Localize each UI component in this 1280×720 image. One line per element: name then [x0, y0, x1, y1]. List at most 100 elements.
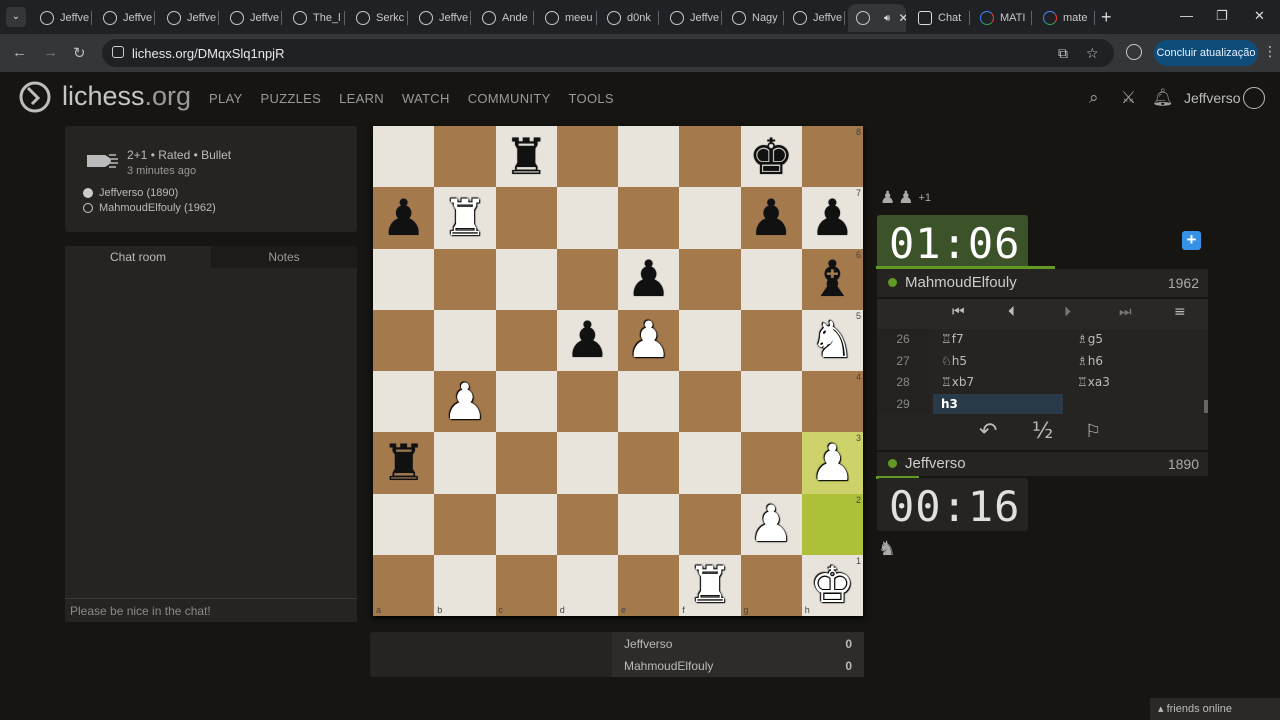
browser-tab[interactable]: mate	[1035, 4, 1095, 32]
black-player-name[interactable]: MahmoudElfouly (1962)	[99, 202, 216, 214]
square-e6[interactable]: ♟	[618, 248, 680, 310]
tab-title[interactable]: MATI	[1000, 12, 1025, 24]
square-c3[interactable]	[495, 432, 557, 494]
bookmark-star-icon[interactable]: ☆	[1086, 45, 1099, 62]
crosstable-row[interactable]: MahmoudElfouly 0	[624, 659, 852, 673]
white-pawn-icon[interactable]: ♟	[749, 499, 794, 549]
chat-input[interactable]: Please be nice in the chat!	[65, 598, 357, 622]
address-bar[interactable]: lichess.org/DMqxSlq1npjR ⧉ ☆	[102, 39, 1114, 67]
square-c8[interactable]: ♜	[495, 126, 557, 188]
tab-search-button[interactable]: ⌄	[6, 7, 26, 27]
browser-tab[interactable]: Ande	[474, 4, 534, 32]
square-a1[interactable]: a	[373, 554, 435, 616]
square-e4[interactable]	[618, 371, 680, 433]
square-c7[interactable]	[495, 187, 557, 249]
profile-icon[interactable]	[1126, 44, 1142, 60]
square-a6[interactable]	[373, 248, 435, 310]
crosstable-row[interactable]: Jeffverso 0	[624, 637, 852, 651]
square-f7[interactable]	[679, 187, 741, 249]
square-f5[interactable]	[679, 309, 741, 371]
tab-title[interactable]: Jeffve	[250, 12, 279, 24]
friends-label[interactable]: friends online	[1167, 703, 1232, 715]
browser-tab[interactable]: The_l	[285, 4, 345, 32]
square-f2[interactable]	[679, 493, 741, 555]
square-b6[interactable]	[434, 248, 496, 310]
square-h5[interactable]: 5 ♞	[801, 309, 863, 371]
white-pawn-icon[interactable]: ♟	[442, 377, 487, 427]
friends-online-button[interactable]: ▴ friends online	[1150, 698, 1280, 720]
black-pawn-icon[interactable]: ♟	[749, 193, 794, 243]
square-f1[interactable]: f ♜	[679, 554, 741, 616]
browser-tab[interactable]: Jeffve	[32, 4, 92, 32]
browser-tab[interactable]: Serkc	[348, 4, 408, 32]
browser-tab[interactable]: Jeffve	[662, 4, 722, 32]
square-g1[interactable]: g	[740, 554, 802, 616]
black-move[interactable]: ♗h6	[1073, 351, 1203, 372]
square-f3[interactable]	[679, 432, 741, 494]
square-g7[interactable]: ♟	[740, 187, 802, 249]
browser-tab[interactable]: Jeffve	[411, 4, 471, 32]
tab-chat-room[interactable]: Chat room	[65, 246, 211, 268]
square-h3[interactable]: 3 ♟	[801, 432, 863, 494]
square-b7[interactable]: ♜	[434, 187, 496, 249]
square-h4[interactable]: 4	[801, 371, 863, 433]
white-player-name[interactable]: Jeffverso (1890)	[99, 187, 178, 199]
square-c5[interactable]	[495, 309, 557, 371]
challenge-swords-icon[interactable]: ⚔	[1121, 88, 1136, 108]
resign-flag-icon[interactable]: ⚐	[1085, 421, 1101, 442]
site-info-icon[interactable]	[112, 46, 124, 58]
crosstable-player[interactable]: MahmoudElfouly	[624, 659, 713, 673]
nav-puzzles[interactable]: PUZZLES	[260, 91, 321, 106]
browser-tab[interactable]: Nagy	[724, 4, 784, 32]
tab-title[interactable]: Serkc	[376, 12, 404, 24]
browser-tab[interactable]: Chat	[910, 4, 970, 32]
square-f6[interactable]	[679, 248, 741, 310]
reload-button[interactable]: ↻	[73, 44, 86, 62]
square-e5[interactable]: ♟	[618, 309, 680, 371]
white-pawn-icon[interactable]: ♟	[810, 438, 855, 488]
black-player-line[interactable]: MahmoudElfouly (1962)	[83, 202, 216, 214]
square-a8[interactable]	[373, 126, 435, 188]
first-move-icon[interactable]: ⏮	[952, 304, 965, 320]
next-move-icon[interactable]: ⏵	[1064, 304, 1071, 320]
white-move[interactable]: h3	[933, 393, 1063, 415]
black-pawn-icon[interactable]: ♟	[381, 193, 426, 243]
self-name[interactable]: Jeffverso	[905, 455, 966, 472]
close-window-button[interactable]: ✕	[1254, 8, 1265, 24]
square-b8[interactable]	[434, 126, 496, 188]
square-d7[interactable]	[556, 187, 618, 249]
square-h2[interactable]: 2	[801, 493, 863, 555]
tab-notes[interactable]: Notes	[211, 246, 357, 268]
browser-tab[interactable]: MATI	[972, 4, 1032, 32]
square-d8[interactable]	[556, 126, 618, 188]
nav-tools[interactable]: TOOLS	[569, 91, 614, 106]
square-b1[interactable]: b	[434, 554, 496, 616]
square-g6[interactable]	[740, 248, 802, 310]
site-logo[interactable]: lichess.org	[62, 81, 191, 112]
square-g5[interactable]	[740, 309, 802, 371]
move-list-scrollbar[interactable]	[1204, 400, 1208, 413]
square-c2[interactable]	[495, 493, 557, 555]
square-a5[interactable]	[373, 309, 435, 371]
url-text[interactable]: lichess.org/DMqxSlq1npjR	[132, 46, 284, 61]
black-pawn-icon[interactable]: ♟	[810, 193, 855, 243]
square-e2[interactable]	[618, 493, 680, 555]
black-pawn-icon[interactable]: ♟	[565, 315, 610, 365]
nav-learn[interactable]: LEARN	[339, 91, 384, 106]
lichess-logo-icon[interactable]	[18, 80, 52, 114]
square-b3[interactable]	[434, 432, 496, 494]
nav-community[interactable]: COMMUNITY	[468, 91, 551, 106]
tab-title[interactable]: Ande	[502, 12, 528, 24]
install-app-icon[interactable]: ⧉	[1058, 45, 1068, 62]
square-e7[interactable]	[618, 187, 680, 249]
square-b4[interactable]: ♟	[434, 371, 496, 433]
browser-tab[interactable]: Jeffve	[785, 4, 845, 32]
white-rook-icon[interactable]: ♜	[442, 193, 487, 243]
user-avatar-icon[interactable]	[1243, 87, 1265, 109]
square-d5[interactable]: ♟	[556, 309, 618, 371]
black-bishop-icon[interactable]: ♝	[810, 254, 855, 304]
nav-watch[interactable]: WATCH	[402, 91, 450, 106]
square-g3[interactable]	[740, 432, 802, 494]
takeback-icon[interactable]: ↶	[979, 419, 997, 444]
square-h6[interactable]: 6 ♝	[801, 248, 863, 310]
